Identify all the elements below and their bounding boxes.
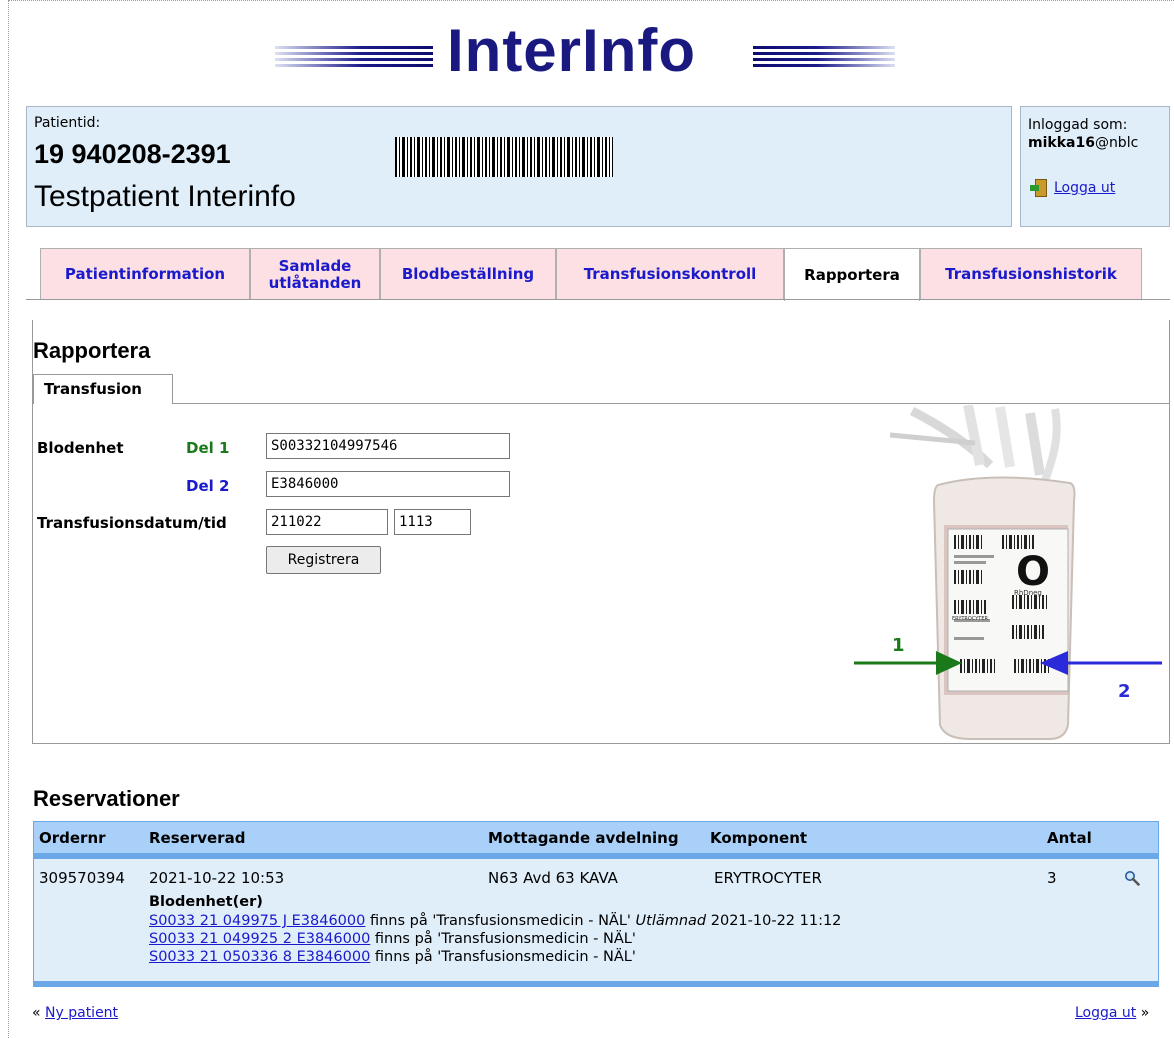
col-ordernr: Ordernr [39, 829, 106, 847]
cell-ordernr: 309570394 [39, 869, 125, 887]
subtab-transfusion[interactable]: Transfusion [33, 374, 173, 404]
cell-antal: 3 [1047, 869, 1057, 887]
patient-id-label: Patientid: [34, 115, 101, 131]
logout-link[interactable]: Logga ut [1054, 180, 1115, 196]
table-header: Ordernr Reserverad Mottagande avdelning … [34, 822, 1158, 853]
bag-rh: RhDneg [1014, 589, 1042, 597]
report-heading: Rapportera [33, 338, 151, 363]
logout-area: Logga ut [1030, 179, 1115, 197]
cell-komponent: ERYTROCYTER [714, 869, 822, 887]
tab-transfusionshistorik[interactable]: Transfusionshistorik [920, 248, 1142, 300]
unit-row-2: S0033 21 049925 2 E3846000 finns på 'Tra… [149, 931, 636, 947]
tabs-baseline [26, 299, 1170, 300]
patient-name: Testpatient Interinfo [34, 180, 296, 213]
datetime-label: Transfusionsdatum/tid [37, 514, 227, 532]
footer-logout-link[interactable]: Logga ut [1075, 1005, 1136, 1021]
login-info-box: Inloggad som: mikka16@nblc Logga ut [1020, 106, 1170, 227]
time-input[interactable] [394, 509, 471, 535]
tab-samlade-utlatanden[interactable]: Samlade utlåtanden [250, 248, 380, 300]
new-patient-nav: « Ny patient [32, 1005, 119, 1021]
del1-label: Del 1 [186, 439, 230, 457]
logged-in-user: mikka16@nblc [1028, 135, 1138, 151]
unit-row-1: S0033 21 049975 J E3846000 finns på 'Tra… [149, 913, 842, 929]
reservations-heading: Reservationer [33, 786, 180, 811]
tab-transfusionskontroll[interactable]: Transfusionskontroll [556, 248, 784, 300]
unit-link-1[interactable]: S0033 21 049975 J E3846000 [149, 913, 365, 929]
marker-2: 2 [1118, 681, 1131, 702]
blodenhet-label: Blodenhet [37, 439, 124, 457]
col-mottagande-avdelning: Mottagande avdelning [488, 829, 679, 847]
username: mikka16 [1028, 135, 1095, 151]
reservations-table: Ordernr Reserverad Mottagande avdelning … [33, 821, 1159, 987]
logged-in-label: Inloggad som: [1028, 117, 1128, 133]
unit-link-2[interactable]: S0033 21 049925 2 E3846000 [149, 931, 370, 947]
col-antal: Antal [1047, 829, 1092, 847]
del2-label: Del 2 [186, 477, 230, 495]
bag-component: ERYTROCYTER [952, 616, 989, 622]
unit-link-3[interactable]: S0033 21 050336 8 E3846000 [149, 949, 370, 965]
col-reserverad: Reserverad [149, 829, 246, 847]
subtab-baseline [172, 403, 1169, 404]
tab-blodbestallning[interactable]: Blodbeställning [380, 248, 556, 300]
footer-logout-nav: Logga ut » [1075, 1005, 1150, 1021]
user-domain: @nblc [1094, 135, 1139, 151]
patient-barcode [395, 137, 613, 177]
del1-input[interactable] [266, 433, 510, 459]
unit-status-1: Utlämnad [635, 913, 707, 929]
cell-avdelning: N63 Avd 63 KAVA [488, 869, 618, 887]
registrera-button[interactable]: Registrera [266, 546, 381, 574]
logo-text: InterInfo [447, 17, 696, 84]
blood-bag-image: O RhDneg ERYTROCYTER 1 2 [850, 404, 1165, 745]
date-input[interactable] [266, 509, 388, 535]
logo-right-lines [753, 46, 895, 70]
unit-row-3: S0033 21 050336 8 E3846000 finns på 'Tra… [149, 949, 636, 965]
search-icon[interactable] [1124, 870, 1140, 886]
blood-bag-svg: O RhDneg ERYTROCYTER 1 2 [854, 404, 1162, 740]
patient-info-box: Patientid: 19 940208-2391 Testpatient In… [26, 106, 1012, 227]
marker-1: 1 [892, 635, 905, 656]
tab-patientinformation[interactable]: Patientinformation [40, 248, 250, 300]
logo-left-lines [275, 46, 433, 70]
new-patient-link[interactable]: Ny patient [45, 1005, 118, 1021]
tab-rapportera[interactable]: Rapportera [784, 248, 920, 301]
cell-reserverad: 2021-10-22 10:53 [149, 869, 285, 887]
blodenheter-label: Blodenhet(er) [149, 894, 263, 910]
logout-door-icon[interactable] [1030, 179, 1048, 197]
del2-input[interactable] [266, 471, 510, 497]
interinfo-logo: InterInfo [275, 17, 925, 88]
col-komponent: Komponent [710, 829, 808, 847]
patient-id: 19 940208-2391 [34, 139, 231, 169]
